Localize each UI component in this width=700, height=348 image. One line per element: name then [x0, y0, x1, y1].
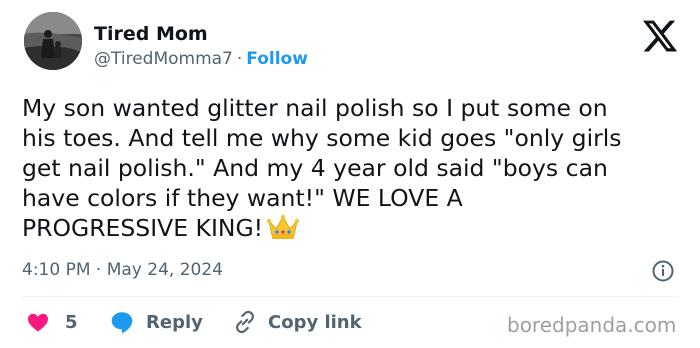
like-count: 5 [65, 311, 78, 333]
reply-label: Reply [146, 311, 203, 333]
tweet-text: My son wanted glitter nail polish so I p… [22, 93, 687, 243]
author-handle[interactable]: @TiredMomma7 [94, 49, 233, 69]
follow-button[interactable]: Follow [246, 49, 308, 69]
info-icon[interactable] [651, 259, 675, 283]
tweet-time: 4:10 PM [22, 260, 91, 280]
heart-icon [28, 313, 48, 332]
link-icon [236, 310, 254, 334]
reply-bubble-icon [111, 312, 133, 334]
like-button[interactable]: 5 [25, 308, 78, 336]
reply-button[interactable]: Reply [108, 308, 203, 336]
handle-separator: · [236, 49, 243, 69]
tweet-timestamp[interactable]: 4:10 PM · May 24, 2024 [22, 259, 223, 281]
tweet-line: have colors if they want!" WE LOVE A [22, 184, 463, 212]
copy-link-button[interactable]: Copy link [232, 308, 362, 336]
tweet-line: his toes. And tell me why some kid goes … [22, 124, 622, 152]
watermark: boredpanda.com [507, 313, 677, 337]
tweet-date: May 24, 2024 [106, 260, 223, 280]
avatar[interactable] [24, 12, 82, 70]
x-logo-icon[interactable] [641, 17, 679, 55]
tweet-line: get nail polish." And my 4 year old said… [22, 154, 608, 182]
author-handle-row: @TiredMomma7 · Follow [94, 48, 308, 70]
tweet-line-last: PROGRESSIVE KING! [22, 213, 687, 243]
author-name[interactable]: Tired Mom [94, 22, 208, 46]
avatar-photo [24, 12, 82, 70]
crown-emoji-icon [267, 214, 300, 239]
tweet-line: PROGRESSIVE KING! [22, 214, 264, 242]
tweet-line: My son wanted glitter nail polish so I p… [22, 94, 608, 122]
divider [22, 296, 678, 297]
copy-link-label: Copy link [268, 311, 362, 333]
timestamp-separator: · [95, 260, 102, 280]
